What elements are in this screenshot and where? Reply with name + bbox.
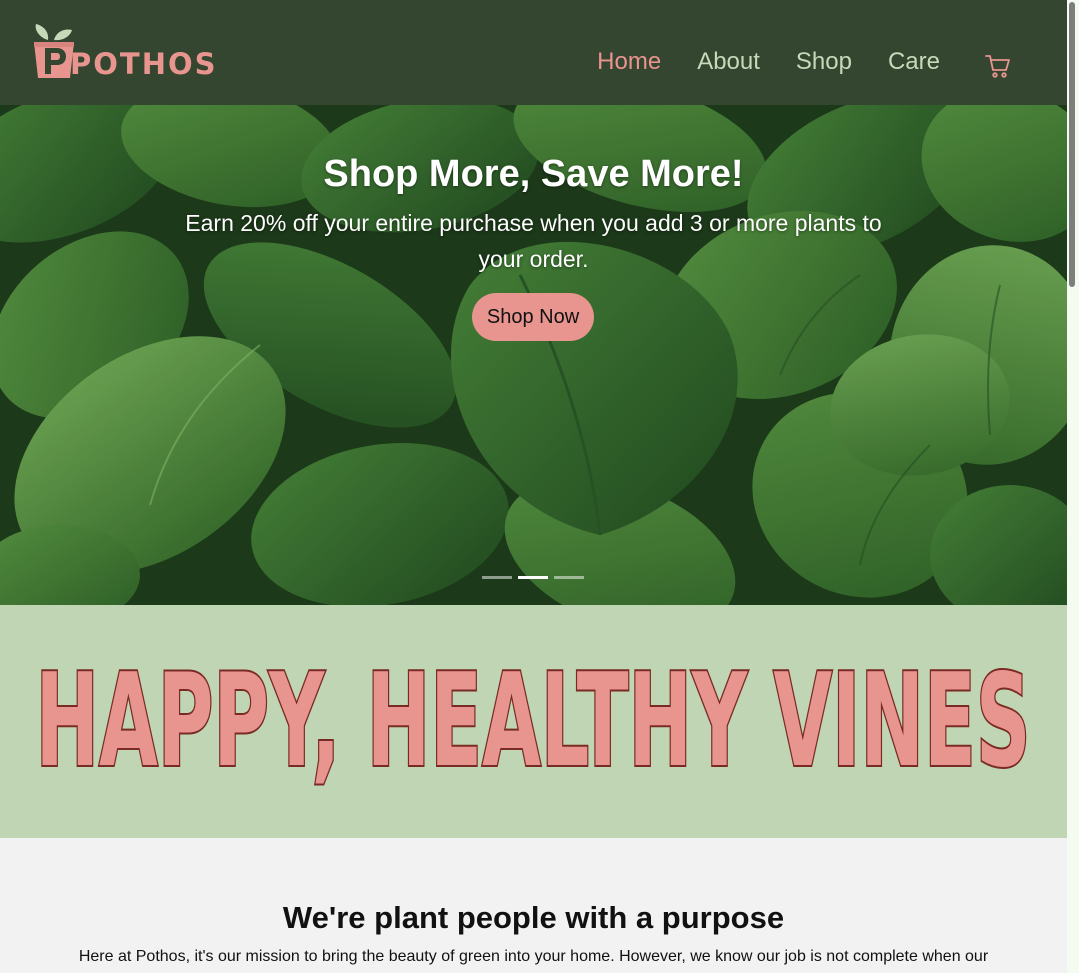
carousel-dot-3[interactable] — [554, 576, 584, 579]
nav-about[interactable]: About — [697, 48, 760, 76]
about-section: We're plant people with a purpose Here a… — [0, 838, 1067, 973]
logo-text: POTHOS — [70, 47, 218, 81]
hero-carousel: Shop More, Save More! Earn 20% off your … — [0, 105, 1067, 605]
hero-title: Shop More, Save More! — [323, 153, 744, 195]
hero-text: Earn 20% off your entire purchase when y… — [185, 210, 882, 272]
nav-care[interactable]: Care — [888, 48, 940, 76]
scrollbar-thumb[interactable] — [1069, 2, 1075, 287]
navbar: POTHOS Home About Shop Care — [0, 0, 1067, 105]
cart-icon[interactable] — [985, 53, 1011, 79]
about-text: Here at Pothos, it's our mission to brin… — [78, 948, 989, 965]
carousel-indicators — [482, 576, 584, 579]
shop-now-button[interactable]: Shop Now — [472, 293, 594, 341]
main-nav: Home About Shop Care — [561, 48, 940, 76]
slogan-headline: HAPPY, HEALTHY VINES — [34, 645, 1033, 798]
svg-text:HAPPY, HEALTHY VINES: HAPPY, HEALTHY VINES — [36, 647, 1031, 796]
carousel-dot-1[interactable] — [482, 576, 512, 579]
slogan-banner: HAPPY, HEALTHY VINES — [0, 605, 1067, 838]
logo[interactable]: POTHOS — [32, 22, 216, 82]
nav-home[interactable]: Home — [597, 48, 661, 76]
nav-shop[interactable]: Shop — [796, 48, 852, 76]
about-title: We're plant people with a purpose — [282, 900, 785, 935]
carousel-dot-2[interactable] — [518, 576, 548, 579]
